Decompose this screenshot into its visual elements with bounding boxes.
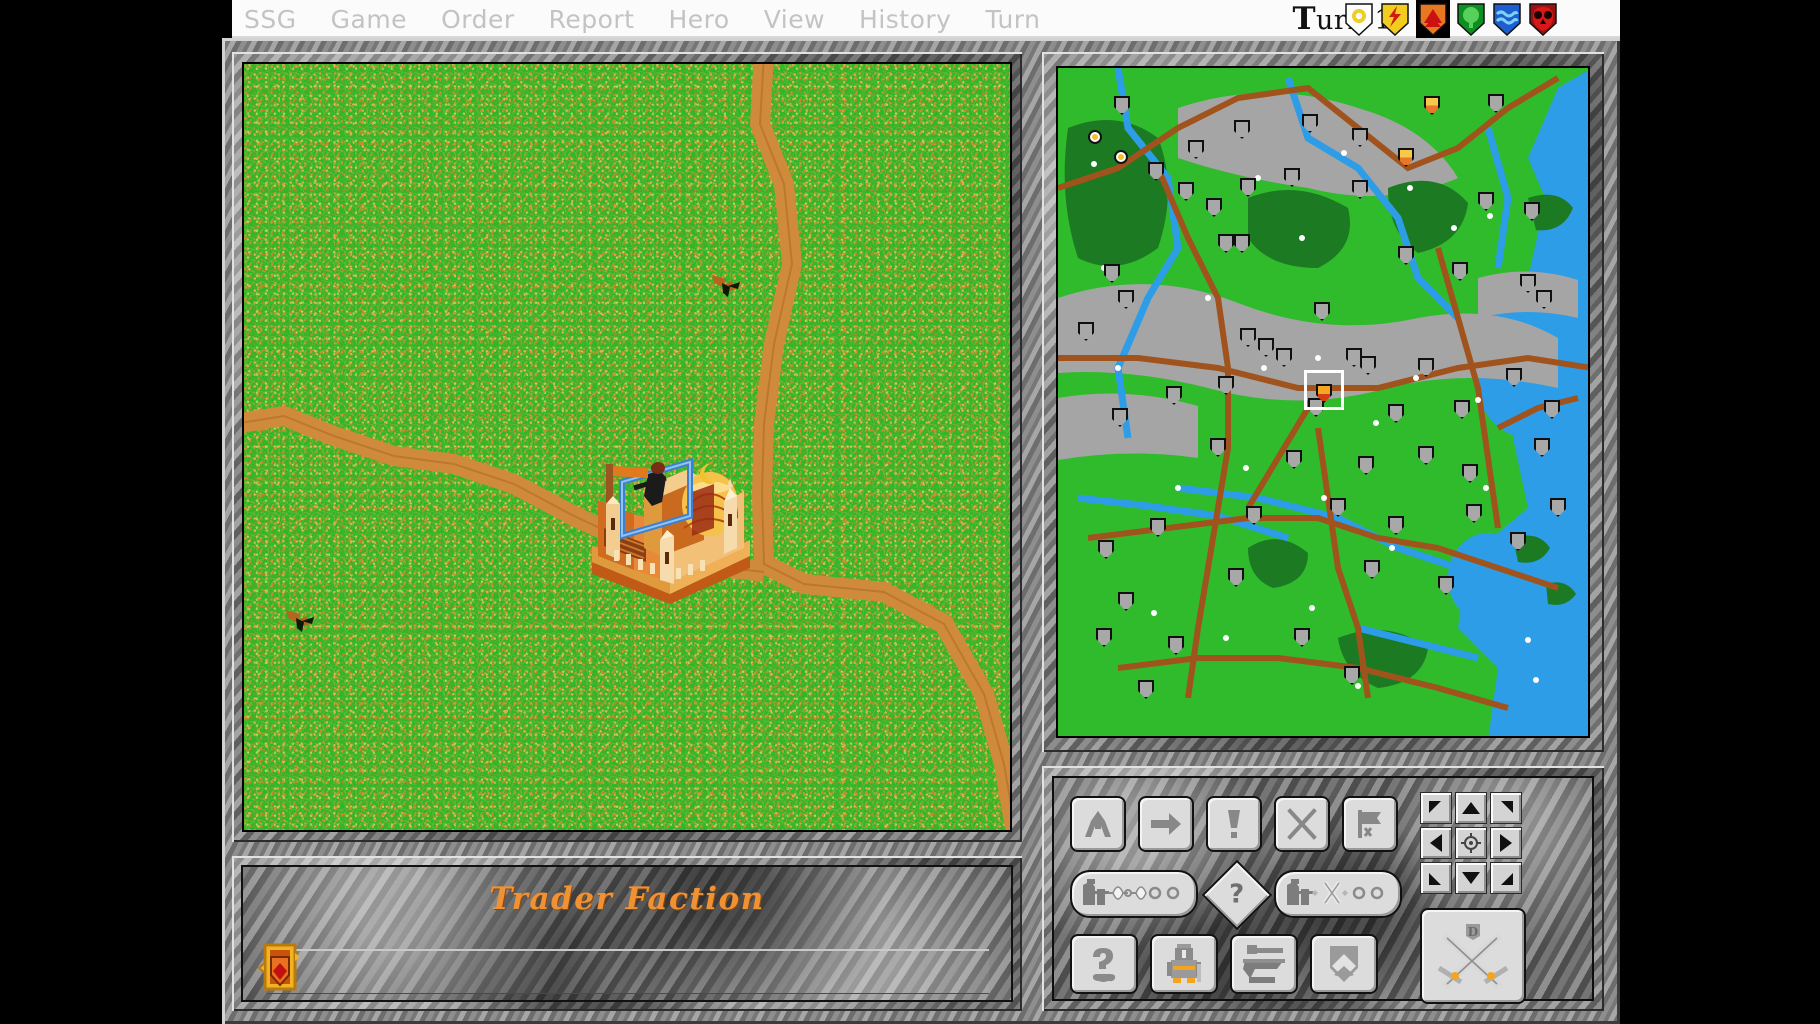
army-line-icon [1083, 879, 1180, 905]
move-path-button[interactable] [1070, 796, 1126, 852]
game-chrome-frame: Trader Faction ? D [222, 38, 1620, 1024]
menu-item-report[interactable]: Report [549, 5, 635, 34]
faction-shield-waves[interactable] [1492, 2, 1522, 37]
waves-emblem-icon [1493, 2, 1521, 36]
army-attack-button[interactable] [1274, 870, 1402, 918]
faction-shield-owl[interactable] [1528, 2, 1558, 37]
crossed-swords-d-icon: D [1437, 924, 1509, 989]
owl-emblem-icon [1529, 2, 1557, 36]
menu-item-hero[interactable]: Hero [668, 5, 729, 34]
raze-flag-button[interactable] [1342, 796, 1398, 852]
menu-item-game[interactable]: Game [331, 5, 407, 34]
arrow-s-icon [1462, 872, 1480, 884]
unit-stack-bar[interactable] [267, 949, 989, 994]
exclamation-icon [1228, 810, 1240, 838]
city-castle-sprite[interactable] [574, 444, 764, 604]
crosshair-target-icon [1461, 833, 1481, 853]
faction-name-label: Trader Faction [489, 881, 765, 917]
hero-button[interactable] [1150, 934, 1218, 994]
selected-unit-shield-icon[interactable] [257, 941, 299, 995]
lightning-emblem-icon [1381, 2, 1409, 36]
arrow-nw-icon [1429, 801, 1441, 813]
alert-button[interactable] [1206, 796, 1262, 852]
menu-item-order[interactable]: Order [441, 5, 515, 34]
flag-x-icon [1358, 810, 1381, 838]
info-panel: Trader Faction [241, 865, 1013, 1002]
arrow-e-icon [1500, 834, 1512, 852]
game-window: SSG Game Order Report Hero View History … [0, 0, 1820, 1024]
shield-chevron-icon [1330, 946, 1358, 982]
faction-shield-lightning[interactable] [1380, 2, 1410, 37]
minimap-tower-2[interactable] [1114, 150, 1128, 164]
battle-button[interactable]: D [1420, 908, 1526, 1004]
pan-southwest-button[interactable] [1420, 862, 1452, 894]
main-map-frame [232, 52, 1022, 842]
center-view-button[interactable] [1455, 827, 1487, 859]
pan-northeast-button[interactable] [1490, 792, 1522, 824]
path-arrow-icon [1085, 811, 1111, 837]
faction-shield-mountain[interactable] [1416, 0, 1450, 39]
menu-item-view[interactable]: View [764, 5, 825, 34]
sun-emblem-icon [1345, 2, 1373, 36]
direction-pad [1420, 792, 1522, 894]
menu-item-history[interactable]: History [859, 5, 951, 34]
attack-button[interactable] [1274, 796, 1330, 852]
arrow-ne-icon [1501, 801, 1513, 813]
production-query-button[interactable] [1070, 934, 1138, 994]
faction-shield-tree[interactable] [1456, 2, 1486, 37]
terrain-marker-bird-north [712, 275, 740, 297]
command-panel: ? D [1052, 776, 1594, 1004]
arrow-n-icon [1462, 802, 1480, 814]
pan-east-button[interactable] [1490, 827, 1522, 859]
turn-dropcap: T [1292, 1, 1317, 37]
build-button[interactable] [1230, 934, 1298, 994]
command-panel-frame: ? D [1042, 766, 1604, 1011]
tree-emblem-icon [1457, 2, 1485, 36]
minimap-view-rectangle[interactable] [1304, 370, 1344, 410]
faction-shield-sun[interactable] [1344, 2, 1374, 37]
army-order-button[interactable] [1070, 870, 1198, 918]
pan-south-button[interactable] [1455, 862, 1487, 894]
minimap-viewport[interactable] [1056, 66, 1590, 738]
pan-southeast-button[interactable] [1490, 862, 1522, 894]
anvil-hammer-icon [1243, 945, 1285, 983]
army-battle-icon [1287, 879, 1384, 905]
pan-northwest-button[interactable] [1420, 792, 1452, 824]
defend-button[interactable] [1310, 934, 1378, 994]
svg-text:D: D [1468, 925, 1478, 939]
faction-shield-bar [1344, 0, 1558, 39]
menu-bar: SSG Game Order Report Hero View History … [232, 0, 1620, 39]
pan-west-button[interactable] [1420, 827, 1452, 859]
menu-item-ssg[interactable]: SSG [244, 5, 297, 34]
arrow-se-icon [1501, 873, 1513, 885]
minimap-tower-1[interactable] [1088, 130, 1102, 144]
crossed-swords-icon [1287, 808, 1317, 840]
menu-item-turn[interactable]: Turn [985, 5, 1040, 34]
next-unit-button[interactable] [1138, 796, 1194, 852]
right-arrow-icon [1151, 813, 1181, 835]
mountain-emblem-icon [1419, 2, 1447, 36]
help-button[interactable]: ? [1201, 859, 1273, 931]
knight-icon [1167, 944, 1201, 983]
minimap-frame [1042, 52, 1604, 752]
arrow-w-icon [1430, 834, 1442, 852]
terrain-marker-bird-south [286, 610, 314, 632]
info-panel-frame: Trader Faction [232, 856, 1022, 1011]
main-map-viewport[interactable] [242, 62, 1012, 832]
question-diamond-icon: ? [1229, 880, 1245, 910]
arrow-sw-icon [1429, 873, 1441, 885]
question-smoke-icon [1092, 948, 1116, 982]
pan-north-button[interactable] [1455, 792, 1487, 824]
